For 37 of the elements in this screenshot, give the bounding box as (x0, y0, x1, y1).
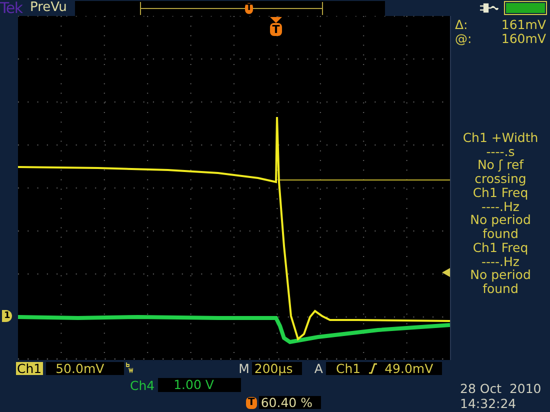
trigger-position: 60.40 % (258, 396, 321, 409)
trigger-readout: Ch1 49.0mV (326, 362, 442, 374)
measurement-text: No ʃ ref (477, 158, 524, 172)
measurement-text: Ch1 +Width (462, 131, 538, 144)
trigger-pointer-icon (270, 17, 282, 23)
channel-scale: 50.0mV (46, 362, 124, 374)
brand-logo: Tek (0, 0, 24, 16)
mode-label: PreVu (30, 0, 68, 16)
trigger-level-icon (442, 268, 450, 277)
trigger-marker: T (246, 396, 257, 408)
measurement-text: ----.Hz (482, 254, 520, 268)
channel-marker: 1 (2, 310, 12, 322)
trigger-label: A (314, 362, 323, 374)
date-text: 28 Oct 2010 (460, 381, 542, 396)
trigger-marker: T (245, 2, 254, 14)
measurement-text: found (482, 282, 518, 295)
time-text: 14:32:24 (460, 396, 518, 411)
cursor-value: 161mV (501, 18, 546, 32)
measurement-text: found (482, 226, 518, 240)
measurement-text: Ch1 Freq (472, 186, 528, 200)
channel-scale: 1.00 V (158, 378, 241, 392)
power-plug-icon (479, 3, 499, 13)
timebase-value: 200µs (252, 362, 302, 374)
measurement-text: crossing (474, 172, 526, 185)
measurement-text: No period (470, 268, 531, 282)
measurement-text: ----.Hz (482, 200, 520, 213)
timebase-label: M (238, 362, 250, 374)
cursor-label: Δ: (455, 18, 468, 32)
battery-icon (504, 1, 547, 15)
measurement-text: ----.s (486, 144, 515, 158)
cursor-value: 160mV (501, 32, 546, 46)
channel-label: Ch4 (130, 378, 155, 392)
channel-badge: Ch1 (16, 362, 43, 374)
rising-edge-icon (368, 362, 377, 374)
cursor-label: @: (455, 32, 472, 46)
measurement-text: No period (470, 213, 531, 226)
measurement-text: Ch1 Freq (472, 241, 528, 254)
